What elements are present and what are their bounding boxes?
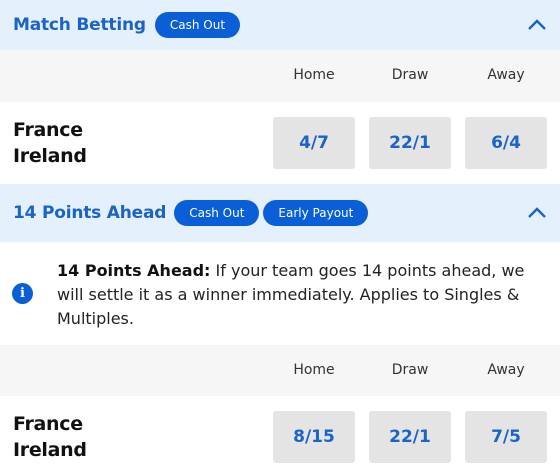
column-away: Away (487, 361, 525, 378)
team-away: Ireland (13, 145, 87, 167)
info-heading: 14 Points Ahead: (57, 261, 211, 280)
info-icon: i (12, 283, 33, 304)
column-away: Away (487, 67, 525, 83)
teams-label: France Ireland (13, 411, 87, 463)
market-title: 14 Points Ahead (13, 203, 167, 223)
column-draw: Draw (391, 67, 429, 83)
selection-row: France Ireland 4/7 22/1 6/4 (0, 102, 560, 184)
market-title: Match Betting (13, 15, 146, 35)
team-home: France (13, 413, 83, 435)
market-header-14-points-ahead[interactable]: 14 Points Ahead Cash Out Early Payout (0, 184, 560, 242)
cash-out-badge: Cash Out (154, 12, 241, 38)
odds-button-away[interactable]: 7/5 (465, 411, 547, 463)
column-header-row: Home Draw Away (0, 345, 560, 396)
odds-button-home[interactable]: 4/7 (273, 117, 355, 169)
market-header-match-betting[interactable]: Match Betting Cash Out (0, 0, 560, 50)
column-home: Home (293, 67, 335, 83)
chevron-up-icon[interactable] (526, 17, 548, 33)
early-payout-badge: Early Payout (263, 200, 369, 226)
column-home: Home (293, 361, 335, 378)
teams-label: France Ireland (13, 117, 87, 169)
team-home: France (13, 119, 83, 141)
chevron-up-icon[interactable] (526, 205, 548, 221)
odds-button-draw[interactable]: 22/1 (369, 411, 451, 463)
odds-button-home[interactable]: 8/15 (273, 411, 355, 463)
odds-button-draw[interactable]: 22/1 (369, 117, 451, 169)
cash-out-badge: Cash Out (174, 200, 260, 226)
column-header-row: Home Draw Away (0, 50, 560, 102)
info-panel: i 14 Points Ahead: If your team goes 14 … (0, 242, 560, 345)
column-draw: Draw (391, 361, 429, 378)
selection-row: France Ireland 8/15 22/1 7/5 (0, 396, 560, 468)
odds-button-away[interactable]: 6/4 (465, 117, 547, 169)
info-text: 14 Points Ahead: If your team goes 14 po… (57, 259, 552, 331)
team-away: Ireland (13, 439, 87, 461)
